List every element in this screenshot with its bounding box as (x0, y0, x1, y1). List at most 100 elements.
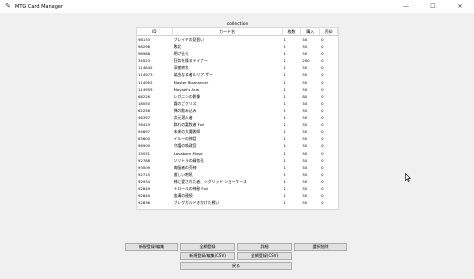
cell-purchase: 50 (302, 178, 308, 184)
cell-card-name: 肉脳者の売神 (173, 164, 197, 170)
table-row[interactable]: 68226 レガニンの影像 1 80 0 (137, 93, 338, 100)
mouse-cursor-icon (405, 173, 411, 182)
cell-card-name: トロールの神秘 Foil (173, 185, 208, 191)
cell-sale: 0 (321, 115, 324, 121)
cell-purchase: 200 (302, 58, 310, 64)
cell-purchase: 50 (302, 143, 308, 149)
cell-count: 1 (283, 129, 286, 135)
cell-purchase: 50 (302, 157, 308, 163)
cell-count: 1 (283, 44, 286, 50)
cell-card-name: ソリトラの精気孔 (173, 157, 205, 163)
header-card-name[interactable]: カード名 (173, 28, 283, 35)
cell-id: 76410 (138, 122, 151, 128)
bulk-register-csv-button[interactable]: 全網登録(CSV) (237, 252, 292, 260)
cell-count: 1 (283, 185, 286, 191)
cell-count: 1 (283, 178, 286, 184)
cell-purchase: 50 (302, 115, 308, 121)
table-row[interactable]: 92715 激しい咆吼 1 50 0 (137, 171, 338, 178)
table-row[interactable]: 15031 Lavaborn Muse 1 50 0 (137, 150, 338, 157)
table-row[interactable]: 98298 敗北 1 50 0 (137, 43, 338, 50)
table-row[interactable]: 98988 明け仕え 1 50 0 (137, 50, 338, 57)
close-button[interactable]: ✕ (449, 0, 471, 13)
cell-purchase: 50 (302, 107, 308, 113)
cell-card-name: Master Biomancer (173, 79, 209, 85)
cell-card-name: 狂気を操るテイナー (173, 58, 208, 64)
bulk-register-button[interactable]: 全網登録 (180, 243, 235, 251)
cell-id: 114952 (138, 79, 153, 85)
cell-id: 15031 (138, 150, 151, 156)
cell-count: 1 (283, 65, 286, 71)
table-row[interactable]: 114973 弟由なる者ルリア.ザー 1 50 0 (137, 71, 338, 78)
cell-card-name: 未来の大魔術師 (173, 129, 201, 135)
cell-card-name: 弟由なる者ルリア.ザー (173, 72, 213, 78)
cell-sale: 0 (321, 143, 324, 149)
cell-id: 96900 (138, 143, 151, 149)
cell-id: 98133 (138, 37, 151, 42)
header-sale[interactable]: 売却 (320, 28, 338, 35)
cell-sale: 0 (321, 72, 324, 78)
details-button[interactable]: 詳細 (237, 243, 292, 251)
cell-count: 1 (283, 72, 286, 78)
table-row[interactable]: 92934 神に愛された者、シグリッド ショーケース 1 50 0 (137, 178, 338, 185)
delete-selected-button[interactable]: 選択削除 (294, 243, 347, 251)
cell-sale: 0 (321, 157, 324, 163)
collection-table[interactable]: ID カード名 枚数 購入 売却 98133 プレイヤの見習い 1 50 0 98298 敗… (136, 27, 339, 210)
table-row[interactable]: 92849 トロールの神秘 Foil 1 50 0 (137, 185, 338, 192)
cell-count: 1 (283, 200, 286, 206)
table-row[interactable]: 34523 狂気を操るテイナー 1 200 0 (137, 57, 338, 64)
maximize-button[interactable]: ☐ (422, 0, 444, 13)
cell-id: 92715 (138, 171, 151, 177)
cell-sale: 0 (321, 86, 324, 92)
cell-card-name: ブレグガルドきかけた戦い (173, 200, 220, 206)
table-row[interactable]: 92840 血溝の連続 1 50 0 (137, 192, 338, 199)
header-count[interactable]: 枚数 (283, 28, 302, 35)
cell-purchase: 50 (302, 150, 308, 156)
cell-purchase: 50 (302, 37, 308, 42)
cell-id: 92840 (138, 193, 151, 199)
cell-card-name: プレイヤの見習い (173, 37, 204, 42)
register-edit-button[interactable]: 新規登録/編集 (125, 243, 178, 251)
cell-sale: 0 (321, 136, 324, 142)
cell-purchase: 50 (302, 72, 308, 78)
cell-id: 98988 (138, 51, 151, 57)
cell-count: 1 (283, 136, 286, 142)
table-row[interactable]: 76410 群れの富牧者 Foil 1 50 0 (137, 121, 338, 128)
cell-card-name: 守護の執政官 (173, 143, 197, 149)
app-icon: ✎ (5, 2, 11, 10)
cell-count: 1 (283, 171, 286, 177)
table-row[interactable]: 94697 未来の大魔術師 1 50 0 (137, 128, 338, 135)
cell-card-name: 群れの富牧者 Foil (173, 122, 205, 128)
table-row[interactable]: 62256 弾の飲み込み 1 50 0 (137, 107, 338, 114)
cell-count: 1 (283, 100, 286, 106)
table-row[interactable]: 18050 霧のごクリス 1 50 0 (137, 100, 338, 107)
minimize-button[interactable]: — (395, 0, 417, 13)
cell-count: 1 (283, 157, 286, 163)
table-row[interactable]: 46397 次元潜入者 1 50 0 (137, 114, 338, 121)
cell-sale: 0 (321, 164, 324, 170)
cell-count: 1 (283, 193, 286, 199)
table-row[interactable]: 96900 守護の執政官 1 50 0 (137, 142, 338, 149)
table-row[interactable]: 114955 Mayael's Aria 1 50 0 (137, 86, 338, 93)
cell-sale: 0 (321, 58, 324, 64)
cell-count: 1 (283, 37, 286, 42)
header-purchase[interactable]: 購入 (301, 28, 321, 35)
table-body: 98133 プレイヤの見習い 1 50 0 98298 敗北 1 50 0 98988 明け仕え 1 50… (137, 36, 338, 206)
cell-card-name: 明け仕え (173, 51, 189, 57)
table-row[interactable]: 114842 深夜終れ 1 50 0 (137, 64, 338, 71)
table-row[interactable]: 92788 ソリトラの精気孔 1 50 0 (137, 157, 338, 164)
cell-id: 93009 (138, 164, 151, 170)
cell-purchase: 50 (302, 100, 308, 106)
table-row[interactable]: 98133 プレイヤの見習い 1 50 0 (137, 36, 338, 43)
cell-card-name: 激しい咆吼 (173, 171, 193, 177)
cell-card-name: Mayael's Aria (173, 86, 199, 92)
table-row[interactable]: 83600 イルーの神話 1 50 0 (137, 135, 338, 142)
table-row[interactable]: 114952 Master Biomancer 1 50 0 (137, 79, 338, 86)
cell-count: 1 (283, 107, 286, 113)
cell-id: 92788 (138, 157, 151, 163)
cell-count: 1 (283, 164, 286, 170)
back-button[interactable]: 戻る (180, 262, 292, 270)
header-id[interactable]: ID (137, 28, 173, 35)
register-edit-csv-button[interactable]: 新規登録/編集(CSV) (180, 252, 235, 260)
table-row[interactable]: 93009 肉脳者の売神 1 50 0 (137, 164, 338, 171)
table-row[interactable]: 92836 ブレグガルドきかけた戦い 1 50 0 (137, 199, 338, 206)
